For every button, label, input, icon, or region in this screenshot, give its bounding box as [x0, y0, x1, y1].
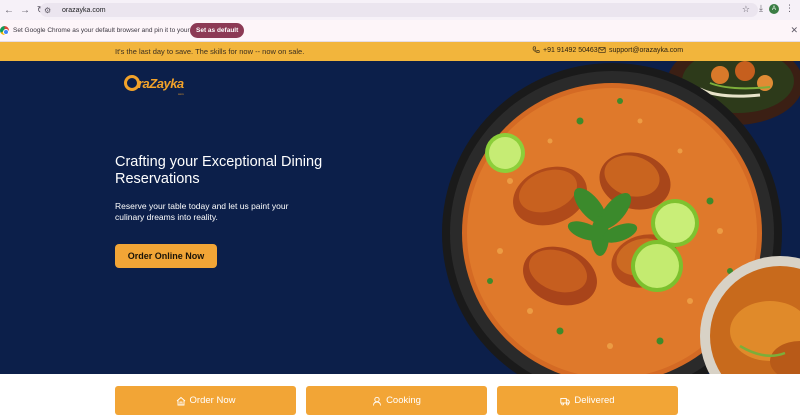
logo-tagline: com — [178, 92, 184, 96]
email-link[interactable]: support@orazayka.com — [598, 46, 683, 54]
chef-icon — [373, 396, 382, 406]
email-address: support@orazayka.com — [609, 46, 684, 54]
cooking-button[interactable]: Cooking — [306, 386, 487, 415]
download-icon[interactable]: ⤓ — [759, 3, 763, 14]
url-text: orazayka.com — [62, 6, 106, 14]
forward-arrow-icon[interactable]: → — [18, 3, 32, 17]
back-arrow-icon[interactable]: ← — [2, 3, 16, 17]
set-as-default-button[interactable]: Set as default — [190, 23, 245, 38]
address-bar[interactable]: ⚙ orazayka.com ☆ — [40, 3, 758, 17]
hero-subline: Reserve your table today and let us pain… — [115, 201, 289, 222]
delivered-label: Delivered — [574, 395, 615, 406]
promo-text: It's the last day to save. The skills fo… — [115, 47, 305, 56]
features-row: Order Now Cooking Delivered — [0, 374, 800, 418]
order-now-label: Order Now — [189, 395, 236, 406]
phone-number: +91 91492 50463 — [543, 46, 598, 54]
mail-icon — [598, 47, 606, 53]
order-now-button[interactable]: Order Now — [115, 386, 296, 415]
hero-headline: Crafting your Exceptional Dining Reserva… — [115, 154, 323, 187]
phone-icon — [532, 46, 540, 53]
brand-logo[interactable]: raZayka com — [124, 73, 194, 97]
browser-toolbar: ← → ↻ ⚙ orazayka.com ☆ ⤓ A ⋮ — [0, 0, 800, 20]
site-info-icon[interactable]: ⚙ — [44, 6, 56, 15]
menu-kebab-icon[interactable]: ⋮ — [785, 3, 794, 14]
promo-bar: It's the last day to save. The skills fo… — [0, 42, 800, 61]
cooking-label: Cooking — [386, 395, 421, 406]
delivered-button[interactable]: Delivered — [497, 386, 678, 415]
infobar-message: Set Google Chrome as your default browse… — [13, 27, 213, 34]
truck-icon — [560, 397, 571, 405]
order-online-button[interactable]: Order Online Now — [115, 244, 217, 268]
profile-avatar[interactable]: A — [769, 3, 779, 14]
hero-section: raZayka com Crafting your Exceptional Di… — [0, 61, 800, 374]
logo-wordmark: raZayka — [138, 76, 184, 91]
home-icon — [176, 396, 185, 405]
bookmark-star-icon[interactable]: ☆ — [742, 4, 750, 15]
food-illustration — [442, 61, 800, 374]
phone-link[interactable]: +91 91492 50463 — [532, 46, 598, 54]
close-icon[interactable]: ✕ — [790, 25, 798, 36]
default-browser-infobar: Set Google Chrome as your default browse… — [0, 20, 800, 42]
chrome-logo-icon — [0, 26, 9, 35]
